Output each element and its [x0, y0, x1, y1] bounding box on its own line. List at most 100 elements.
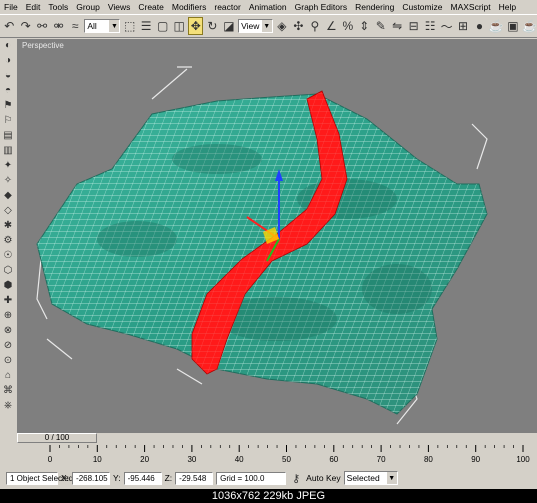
window-crossing-icon[interactable]: ◫ [172, 17, 186, 35]
render-frame-icon[interactable]: ▣ [506, 17, 520, 35]
named-selection-icon[interactable]: ✎ [374, 17, 388, 35]
ruler-tick-label: 30 [187, 455, 196, 464]
status-bar: 1 Object Selected X: -268.105 Y: -95.446… [0, 467, 537, 489]
spinner-snap-icon[interactable]: ⇕ [357, 17, 371, 35]
menu-create[interactable]: Create [134, 2, 168, 12]
reactor-icon-11[interactable]: ◆ [1, 188, 15, 202]
track-bar[interactable]: 0 10 20 30 40 50 60 70 80 90 100 [0, 443, 537, 467]
menu-edit[interactable]: Edit [22, 2, 45, 12]
menu-group[interactable]: Group [72, 2, 104, 12]
x-label: X: [61, 473, 70, 483]
auto-key-button[interactable]: Auto Key [306, 473, 341, 483]
selection-count: 1 Object Selected [6, 471, 73, 485]
reactor-icon-16[interactable]: ⬡ [1, 263, 15, 277]
x-coord-field[interactable]: -268.105 [72, 471, 111, 485]
render-setup-icon[interactable]: ☕ [489, 17, 504, 35]
terrain-scene [36, 66, 488, 425]
chevron-down-icon: ▼ [386, 472, 397, 484]
ruler-tick-label: 10 [93, 455, 102, 464]
unlink-icon[interactable]: ⚮ [51, 17, 65, 35]
reactor-icon-2[interactable]: ◑ [1, 53, 15, 67]
reactor-icon-3[interactable]: ◒ [1, 68, 15, 82]
select-move-icon[interactable]: ✥ [188, 17, 204, 35]
reactor-icon-17[interactable]: ⬢ [1, 278, 15, 292]
menu-maxscript[interactable]: MAXScript [446, 2, 494, 12]
menu-views[interactable]: Views [104, 2, 135, 12]
main-toolbar: ↶ ↷ ⚯ ⚮ ≈ All ▼ ⬚ ☰ ▢ ◫ ✥ ↻ ◪ View ▼ ◈ ✣… [0, 14, 537, 38]
reference-coord-dropdown[interactable]: View ▼ [238, 19, 273, 33]
reactor-icon-23[interactable]: ⌂ [1, 368, 15, 382]
reactor-icon-7[interactable]: ▤ [1, 128, 15, 142]
redo-icon[interactable]: ↷ [18, 17, 32, 35]
ruler-tick-label: 60 [329, 455, 338, 464]
left-toolbar: ◐ ◑ ◒ ◓ ⚑ ⚐ ▤ ▥ ✦ ✧ ◆ ◇ ✱ ⚙ ☉ ⬡ ⬢ ✚ ⊕ ⊗ … [0, 38, 16, 433]
perspective-viewport[interactable]: Perspective [17, 39, 537, 433]
menu-help[interactable]: Help [495, 2, 520, 12]
reactor-icon-10[interactable]: ✧ [1, 173, 15, 187]
selection-filter-dropdown[interactable]: All ▼ [84, 19, 121, 33]
menu-rendering[interactable]: Rendering [351, 2, 398, 12]
reactor-icon-14[interactable]: ⚙ [1, 233, 15, 247]
region-select-icon[interactable]: ▢ [155, 17, 169, 35]
reactor-icon-6[interactable]: ⚐ [1, 113, 15, 127]
align-icon[interactable]: ⊟ [406, 17, 420, 35]
ruler-tick-label: 50 [282, 455, 291, 464]
ruler-tick-label: 20 [140, 455, 149, 464]
select-rotate-icon[interactable]: ↻ [205, 17, 219, 35]
grid-size: Grid = 100.0 [216, 471, 287, 485]
ruler-tick-label: 70 [377, 455, 386, 464]
curve-editor-icon[interactable]: 〜 [439, 17, 453, 35]
percent-snap-icon[interactable]: % [341, 17, 355, 35]
reactor-icon-24[interactable]: ⌘ [1, 383, 15, 397]
selected-dropdown[interactable]: Selected ▼ [343, 471, 398, 485]
time-slider-track[interactable]: 0 / 100 [0, 433, 537, 443]
reactor-icon-8[interactable]: ▥ [1, 143, 15, 157]
reactor-icon-18[interactable]: ✚ [1, 293, 15, 307]
reactor-icon-25[interactable]: ⎈ [1, 398, 15, 412]
angle-snap-icon[interactable]: ∠ [324, 17, 338, 35]
ruler-tick-label: 100 [516, 455, 530, 464]
pivot-center-icon[interactable]: ◈ [275, 17, 289, 35]
reactor-icon-19[interactable]: ⊕ [1, 308, 15, 322]
link-icon[interactable]: ⚯ [35, 17, 49, 35]
key-icon[interactable]: ⚷ [289, 472, 303, 485]
mirror-icon[interactable]: ⇋ [390, 17, 404, 35]
reactor-icon-9[interactable]: ✦ [1, 158, 15, 172]
ruler-tick-label: 80 [424, 455, 433, 464]
reactor-icon-5[interactable]: ⚑ [1, 98, 15, 112]
y-coord-field[interactable]: -95.446 [123, 471, 162, 485]
z-coord-field[interactable]: -29.548 [175, 471, 214, 485]
selected-dropdown-value: Selected [346, 473, 380, 483]
select-scale-icon[interactable]: ◪ [222, 17, 236, 35]
menu-graph-editors[interactable]: Graph Editors [291, 2, 351, 12]
reference-coord-value: View [241, 21, 260, 31]
menu-customize[interactable]: Customize [398, 2, 446, 12]
reactor-icon-13[interactable]: ✱ [1, 218, 15, 232]
menu-bar: File Edit Tools Group Views Create Modifiers re… [0, 0, 537, 14]
bind-space-warp-icon[interactable]: ≈ [68, 17, 82, 35]
select-by-name-icon[interactable]: ☰ [139, 17, 153, 35]
reactor-icon-1[interactable]: ◐ [1, 38, 15, 52]
schematic-view-icon[interactable]: ⊞ [456, 17, 470, 35]
menu-file[interactable]: File [0, 2, 22, 12]
select-manipulate-icon[interactable]: ✣ [291, 17, 305, 35]
quick-render-icon[interactable]: ☕ [522, 17, 537, 35]
reactor-icon-21[interactable]: ⊘ [1, 338, 15, 352]
menu-tools[interactable]: Tools [44, 2, 72, 12]
reactor-icon-20[interactable]: ⊗ [1, 323, 15, 337]
time-slider[interactable]: 0 / 100 [17, 433, 97, 443]
menu-modifiers[interactable]: Modifiers [168, 2, 210, 12]
undo-icon[interactable]: ↶ [2, 17, 16, 35]
material-editor-icon[interactable]: ● [472, 17, 486, 35]
reactor-icon-12[interactable]: ◇ [1, 203, 15, 217]
reactor-icon-4[interactable]: ◓ [1, 83, 15, 97]
select-object-icon[interactable]: ⬚ [122, 17, 136, 35]
menu-reactor[interactable]: reactor [210, 2, 244, 12]
reactor-icon-22[interactable]: ⊙ [1, 353, 15, 367]
ruler-tick-label: 0 [48, 455, 53, 464]
reactor-icon-15[interactable]: ☉ [1, 248, 15, 262]
layer-manager-icon[interactable]: ☷ [423, 17, 437, 35]
snap-toggle-icon[interactable]: ⚲ [308, 17, 322, 35]
track-bar-ruler: 0 10 20 30 40 50 60 70 80 90 100 [48, 445, 530, 464]
menu-animation[interactable]: Animation [245, 2, 291, 12]
